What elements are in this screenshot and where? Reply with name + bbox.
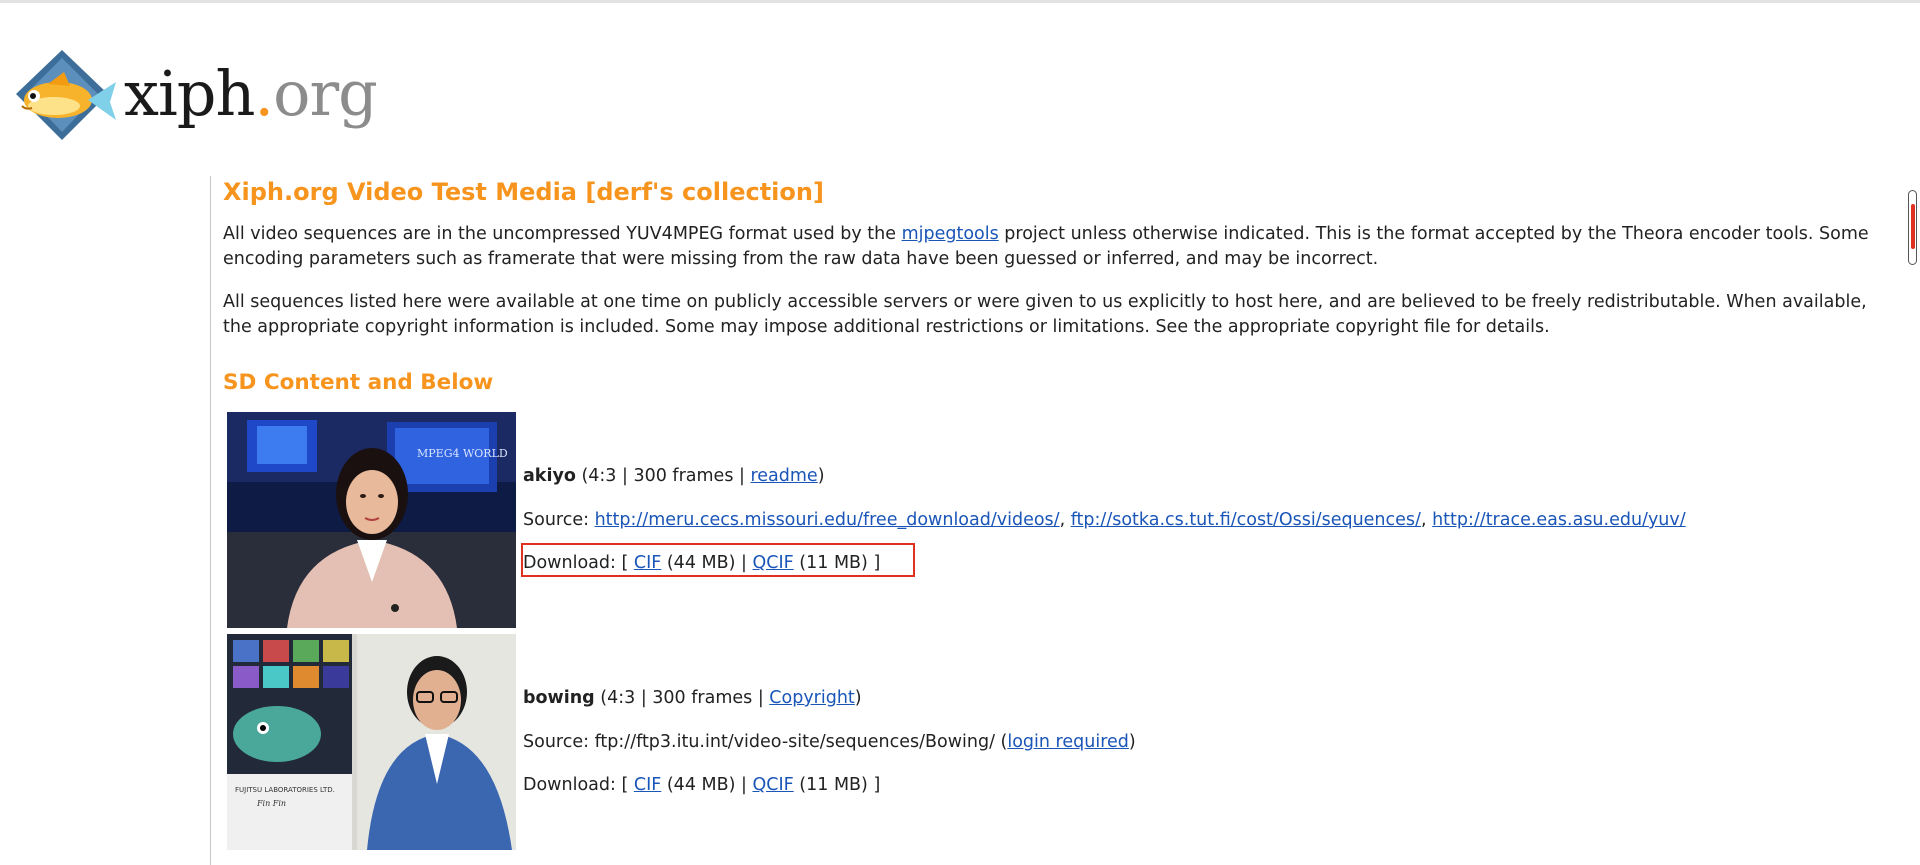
bowing-download-line: Download: [ CIF (44 MB) | QCIF (11 MB) ] xyxy=(523,774,880,796)
intro-paragraph-2: All sequences listed here were available… xyxy=(223,292,1867,337)
clip-name: akiyo xyxy=(523,466,576,486)
akiyo-thumbnail: MPEG4 WORLD xyxy=(227,412,516,628)
mjpegtools-link[interactable]: mjpegtools xyxy=(902,224,999,244)
clip-name: bowing xyxy=(523,688,595,708)
xiph-logo[interactable]: xiph.org xyxy=(12,48,392,144)
fish-logo-icon xyxy=(16,50,116,140)
source-link-tut[interactable]: ftp://sotka.cs.tut.fi/cost/Ossi/sequence… xyxy=(1071,510,1421,530)
akiyo-title-line: akiyo (4:3 | 300 frames | readme) xyxy=(523,465,825,487)
bowing-thumbnail: FUJITSU LABORATORIES LTD. Fin Fin xyxy=(227,634,516,850)
source-close: ) xyxy=(1128,732,1136,752)
source-link-missouri[interactable]: http://meru.cecs.missouri.edu/free_downl… xyxy=(595,510,1060,530)
bowing-qcif-download-link[interactable]: QCIF xyxy=(752,775,793,795)
thumb-finfin-text: Fin Fin xyxy=(256,799,286,808)
separator: | xyxy=(735,775,753,795)
thumb-fujitsu-text: FUJITSU LABORATORIES LTD. xyxy=(235,786,335,794)
intro-paragraph-1: All video sequences are in the uncompres… xyxy=(223,222,1873,272)
logo-text-xiph: xiph xyxy=(124,57,255,130)
source-text-itu: ftp://ftp3.itu.int/video-site/sequences/… xyxy=(594,732,1008,752)
page-title: Xiph.org Video Test Media [derf's collec… xyxy=(223,178,824,206)
download-highlight-box xyxy=(521,543,915,577)
clip-meta: (4:3 | 300 frames | xyxy=(594,688,770,708)
main-content: Xiph.org Video Test Media [derf's collec… xyxy=(210,176,1870,865)
download-label: Download: xyxy=(523,775,622,795)
bracket-close: ] xyxy=(867,775,881,795)
clip-meta-close: ) xyxy=(854,688,862,708)
vertical-scrollbar[interactable] xyxy=(1906,190,1920,265)
scrollbar-marker xyxy=(1911,204,1915,249)
akiyo-source-line: Source: http://meru.cecs.missouri.edu/fr… xyxy=(523,509,1686,531)
comma: , xyxy=(1420,510,1433,530)
source-link-asu[interactable]: http://trace.eas.asu.edu/yuv/ xyxy=(1432,510,1686,530)
clip-meta: (4:3 | 300 frames | xyxy=(575,466,751,486)
clip-meta-close: ) xyxy=(817,466,825,486)
source-label: Source: xyxy=(523,732,595,752)
qcif-size: (11 MB) xyxy=(793,775,868,795)
logo-wordmark: xiph.org xyxy=(124,48,378,140)
readme-link[interactable]: readme xyxy=(750,466,817,486)
thumb-mpeg4-text: MPEG4 WORLD xyxy=(417,447,508,460)
login-required-link[interactable]: login required xyxy=(1007,732,1129,752)
copyright-link[interactable]: Copyright xyxy=(769,688,855,708)
logo-text-org: org xyxy=(273,57,378,130)
section-title: SD Content and Below xyxy=(223,370,494,395)
comma: , xyxy=(1059,510,1071,530)
logo-text-dot: . xyxy=(254,57,274,130)
bowing-source-line: Source: ftp://ftp3.itu.int/video-site/se… xyxy=(523,731,1136,753)
bracket-open: [ xyxy=(621,775,634,795)
top-border xyxy=(0,0,1920,3)
bowing-cif-download-link[interactable]: CIF xyxy=(634,775,661,795)
intro1-text-a: All video sequences are in the uncompres… xyxy=(223,224,902,244)
bowing-title-line: bowing (4:3 | 300 frames | Copyright) xyxy=(523,687,862,709)
source-label: Source: xyxy=(523,510,595,530)
cif-size: (44 MB) xyxy=(661,775,736,795)
